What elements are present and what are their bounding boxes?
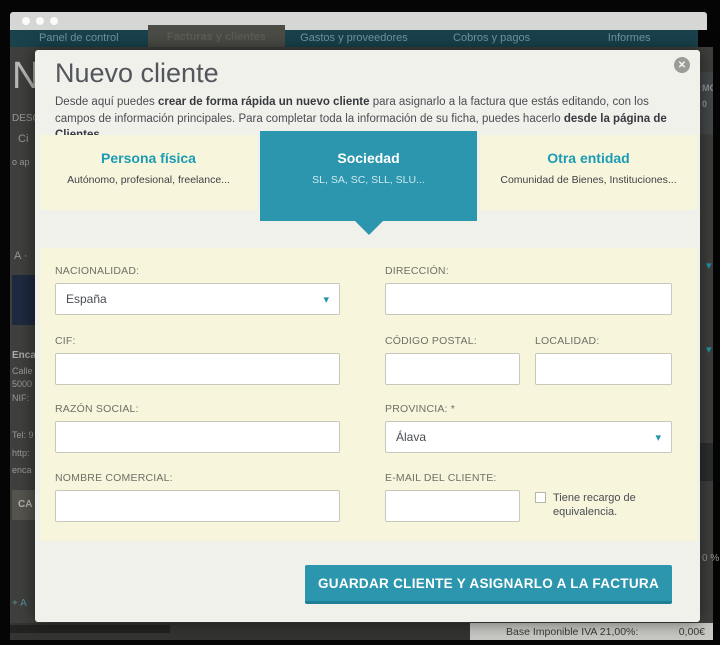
tab-title: Sociedad bbox=[260, 150, 477, 166]
scrollbar[interactable] bbox=[10, 625, 170, 633]
bg-text-fragment: Calle bbox=[12, 366, 33, 376]
chevron-down-icon: ▾ bbox=[706, 343, 712, 356]
codigo-postal-field[interactable] bbox=[385, 353, 520, 385]
provincia-select[interactable]: Álava ▾ bbox=[385, 421, 672, 453]
close-icon[interactable]: ✕ bbox=[674, 57, 690, 73]
bg-text-fragment: Ci bbox=[18, 133, 28, 145]
nav-item-informes[interactable]: Informes bbox=[560, 30, 698, 47]
client-form: NACIONALIDAD: España ▾ CIF: RAZÓN SOCIAL… bbox=[40, 248, 697, 541]
bg-text-fragment: A · bbox=[14, 250, 27, 262]
window-dot-icon bbox=[22, 17, 30, 25]
razon-social-label: RAZÓN SOCIAL: bbox=[55, 403, 139, 415]
active-tab-arrow bbox=[355, 221, 383, 235]
bg-text-fragment: 5000 bbox=[12, 379, 32, 389]
checkbox-label: Tiene recargo de equivalencia. bbox=[553, 491, 675, 520]
client-type-tabs: Persona física Autónomo, profesional, fr… bbox=[40, 135, 697, 210]
email-field[interactable] bbox=[385, 490, 520, 522]
tab-sociedad[interactable]: Sociedad SL, SA, SC, SLL, SLU... bbox=[260, 131, 477, 221]
tab-title: Otra entidad bbox=[480, 150, 697, 166]
tab-persona-fisica[interactable]: Persona física Autónomo, profesional, fr… bbox=[40, 135, 257, 210]
window-titlebar bbox=[10, 12, 707, 30]
tab-subtitle: Comunidad de Bienes, Instituciones... bbox=[480, 174, 697, 186]
recargo-equivalencia-checkbox[interactable]: Tiene recargo de equivalencia. bbox=[535, 491, 675, 520]
provincia-label: PROVINCIA: * bbox=[385, 403, 455, 415]
window-dot-icon bbox=[36, 17, 44, 25]
bg-text-fragment: NIF: bbox=[12, 393, 29, 403]
invoice-total-label: Base Imponible IVA 21,00%: bbox=[506, 626, 638, 638]
bg-text-fragment: Enca bbox=[12, 350, 36, 361]
save-client-button[interactable]: GUARDAR CLIENTE Y ASIGNARLO A LA FACTURA bbox=[305, 565, 672, 604]
email-label: E-MAIL DEL CLIENTE: bbox=[385, 472, 497, 484]
bg-right-box bbox=[700, 443, 713, 481]
nombre-comercial-label: NOMBRE COMERCIAL: bbox=[55, 472, 173, 484]
checkbox-icon[interactable] bbox=[535, 492, 546, 503]
window-dot-icon bbox=[50, 17, 58, 25]
nacionalidad-select[interactable]: España ▾ bbox=[55, 283, 340, 315]
nacionalidad-label: NACIONALIDAD: bbox=[55, 265, 139, 277]
razon-social-field[interactable] bbox=[55, 421, 340, 453]
bg-text-fragment: o ap bbox=[12, 157, 30, 167]
nav-item-panel-de-control[interactable]: Panel de control bbox=[10, 30, 148, 47]
nav-item-cobros-y-pagos[interactable]: Cobros y pagos bbox=[423, 30, 561, 47]
direccion-field[interactable] bbox=[385, 283, 672, 315]
app-window: Panel de control Facturas y clientes Gas… bbox=[0, 0, 720, 645]
localidad-field[interactable] bbox=[535, 353, 672, 385]
nombre-comercial-field[interactable] bbox=[55, 490, 340, 522]
cif-label: CIF: bbox=[55, 335, 76, 347]
direccion-label: DIRECCIÓN: bbox=[385, 265, 449, 277]
chevron-down-icon: ▾ bbox=[323, 293, 329, 306]
tab-title: Persona física bbox=[40, 150, 257, 166]
cif-field[interactable] bbox=[55, 353, 340, 385]
chevron-down-icon: ▾ bbox=[655, 431, 661, 444]
main-nav: Panel de control Facturas y clientes Gas… bbox=[10, 30, 698, 47]
bg-text-fragment: http: bbox=[12, 448, 30, 458]
codigo-postal-label: CÓDIGO POSTAL: bbox=[385, 335, 477, 347]
invoice-total-value: 0,00€ bbox=[679, 626, 705, 638]
tab-subtitle: Autónomo, profesional, freelance... bbox=[40, 174, 257, 186]
bg-text-fragment: Tel: 9 bbox=[12, 430, 34, 440]
bg-text-fragment: 0 % bbox=[702, 553, 719, 564]
localidad-label: LOCALIDAD: bbox=[535, 335, 599, 347]
bg-invoice-total-row: Base Imponible IVA 21,00%: 0,00€ bbox=[470, 623, 713, 640]
new-client-modal: ✕ Nuevo cliente Desde aquí puedes crear … bbox=[35, 50, 700, 622]
nav-item-gastos-y-proveedores[interactable]: Gastos y proveedores bbox=[285, 30, 423, 47]
provincia-value: Álava bbox=[396, 430, 426, 444]
bg-right-box: MO0 bbox=[700, 72, 713, 134]
nacionalidad-value: España bbox=[66, 292, 107, 306]
tab-otra-entidad[interactable]: Otra entidad Comunidad de Bienes, Instit… bbox=[480, 135, 697, 210]
bg-add-link-fragment: + A bbox=[12, 598, 27, 609]
nav-item-facturas-y-clientes[interactable]: Facturas y clientes bbox=[148, 25, 286, 47]
modal-title: Nuevo cliente bbox=[55, 58, 219, 89]
tab-subtitle: SL, SA, SC, SLL, SLU... bbox=[260, 174, 477, 186]
bg-text-fragment: enca bbox=[12, 465, 32, 475]
chevron-down-icon: ▾ bbox=[706, 259, 712, 272]
